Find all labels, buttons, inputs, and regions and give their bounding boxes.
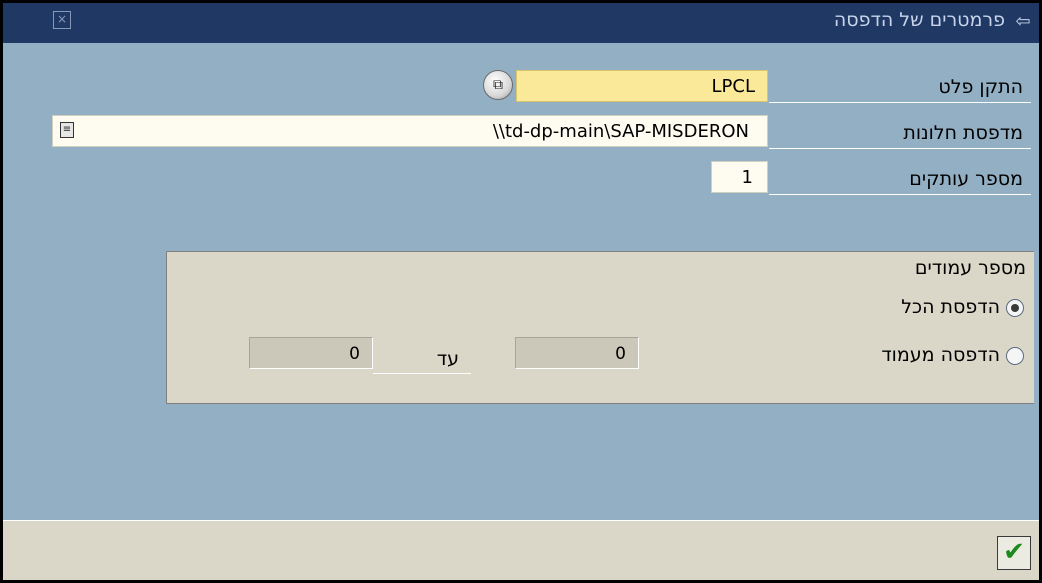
print-params-icon: ⇦	[1015, 11, 1031, 32]
to-page-field[interactable]: 0	[249, 337, 373, 369]
printer-list-icon[interactable]: ≡	[60, 122, 74, 138]
value-help-icon[interactable]: ⧉	[483, 70, 513, 100]
output-device-label: התקן פלט	[769, 71, 1031, 103]
footer-toolbar: ✔	[3, 520, 1039, 580]
from-page-field[interactable]: 0	[515, 337, 639, 369]
checkmark-icon[interactable]: ✔	[997, 536, 1031, 570]
windows-printer-label: מדפסת חלונות	[769, 117, 1031, 149]
print-parameters-dialog: ⇦ פרמטרים של הדפסה × התקן פלט LPCL ⧉ מדפ…	[0, 0, 1042, 583]
print-all-label: הדפסת הכל	[901, 296, 1000, 318]
close-icon[interactable]: ×	[53, 11, 71, 29]
title-bar: ⇦ פרמטרים של הדפסה ×	[3, 3, 1039, 43]
print-from-label: הדפסה מעמוד	[881, 344, 1000, 366]
copies-field[interactable]: 1	[711, 161, 768, 193]
pages-group: מספר עמודים הדפסת הכל הדפסה מעמוד	[166, 251, 1034, 404]
output-device-field[interactable]: LPCL	[516, 70, 768, 102]
window-title: פרמטרים של הדפסה	[833, 9, 1005, 31]
print-from-radio[interactable]	[1006, 346, 1024, 365]
print-all-option[interactable]: הדפסת הכל	[901, 292, 1024, 322]
pages-group-title: מספר עמודים	[876, 251, 1034, 285]
print-all-radio[interactable]	[1006, 298, 1024, 317]
windows-printer-field[interactable]: \\td-dp-main\SAP-MISDERON	[52, 115, 768, 147]
to-label: עד	[373, 344, 471, 374]
copies-label: מספר עותקים	[769, 163, 1031, 195]
print-from-option[interactable]: הדפסה מעמוד	[881, 340, 1024, 370]
